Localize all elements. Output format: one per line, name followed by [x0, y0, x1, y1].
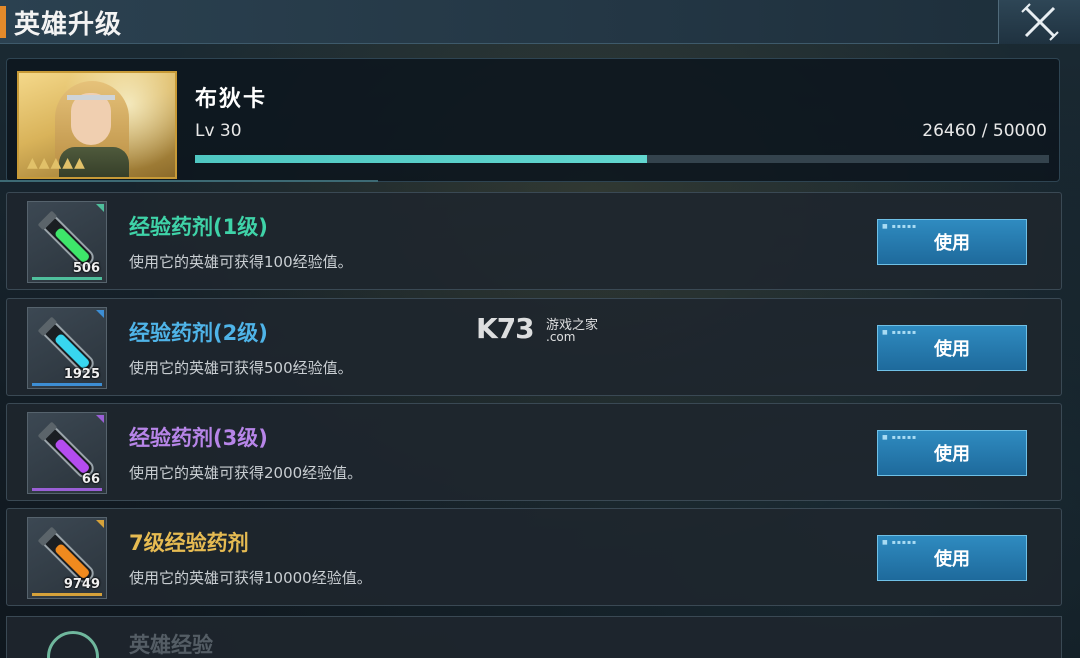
hero-stars-icon: ▲▲▲▲▲	[27, 155, 86, 171]
header-accent	[0, 6, 6, 38]
list-item: 66 经验药剂(3级) 使用它的英雄可获得2000经验值。 ■ ▪▪▪▪▪ 使用	[6, 403, 1062, 501]
watermark: K73 游戏之家 .com	[476, 312, 606, 346]
use-button[interactable]: ■ ▪▪▪▪▪ 使用	[877, 325, 1027, 371]
watermark-domain: .com	[546, 330, 576, 344]
close-button[interactable]	[998, 0, 1080, 44]
item-count: 9749	[63, 577, 100, 592]
divider	[0, 180, 378, 182]
use-button[interactable]: ■ ▪▪▪▪▪ 使用	[877, 219, 1027, 265]
rarity-underline	[32, 488, 102, 491]
item-name-partial: 英雄经验	[129, 633, 213, 657]
list-item: 9749 7级经验药剂 使用它的英雄可获得10000经验值。 ■ ▪▪▪▪▪ 使…	[6, 508, 1062, 606]
item-description: 使用它的英雄可获得10000经验值。	[129, 569, 372, 587]
button-decoration: ■ ▪▪▪▪▪	[882, 329, 918, 336]
use-button-label: 使用	[934, 444, 970, 465]
portrait-face	[71, 93, 111, 145]
button-decoration: ■ ▪▪▪▪▪	[882, 223, 918, 230]
use-button-label: 使用	[934, 233, 970, 254]
hero-portrait[interactable]: ▲▲▲▲▲	[17, 71, 177, 179]
exp-potion-3-icon[interactable]: 66	[27, 412, 107, 494]
list-item: 506 经验药剂(1级) 使用它的英雄可获得100经验值。 ■ ▪▪▪▪▪ 使用	[6, 192, 1062, 290]
item-name: 经验药剂(2级)	[129, 321, 268, 345]
exp-potion-2-icon[interactable]: 1925	[27, 307, 107, 389]
use-button-label: 使用	[934, 549, 970, 570]
watermark-logo: K73	[476, 312, 535, 345]
hero-panel: ▲▲▲▲▲ 布狄卡 Lv 30 26460 / 50000	[6, 58, 1060, 182]
item-count: 506	[72, 261, 100, 276]
use-button[interactable]: ■ ▪▪▪▪▪ 使用	[877, 430, 1027, 476]
button-decoration: ■ ▪▪▪▪▪	[882, 434, 918, 441]
item-name: 7级经验药剂	[129, 531, 249, 555]
item-icon-partial	[47, 631, 99, 658]
hero-name: 布狄卡	[195, 86, 268, 112]
item-count: 66	[81, 472, 100, 487]
hero-level: Lv 30	[195, 121, 242, 141]
item-name: 经验药剂(1级)	[129, 215, 268, 239]
item-description: 使用它的英雄可获得500经验值。	[129, 359, 353, 377]
use-button[interactable]: ■ ▪▪▪▪▪ 使用	[877, 535, 1027, 581]
rarity-underline	[32, 593, 102, 596]
portrait-headband	[67, 95, 115, 100]
item-count: 1925	[63, 367, 100, 382]
header-bar: 英雄升级	[0, 0, 1080, 44]
rarity-underline	[32, 277, 102, 280]
item-description: 使用它的英雄可获得2000经验值。	[129, 464, 363, 482]
rarity-underline	[32, 383, 102, 386]
exp-progress-fill	[195, 155, 647, 163]
item-description: 使用它的英雄可获得100经验值。	[129, 253, 353, 271]
exp-progress-bar	[195, 155, 1049, 163]
exp-potion-1-icon[interactable]: 506	[27, 201, 107, 283]
close-icon	[1020, 3, 1059, 41]
list-item-partial: 英雄经验	[6, 616, 1062, 658]
page-title: 英雄升级	[14, 10, 123, 40]
use-button-label: 使用	[934, 339, 970, 360]
item-name: 经验药剂(3级)	[129, 426, 268, 450]
hero-exp-text: 26460 / 50000	[922, 121, 1047, 141]
exp-potion-7-icon[interactable]: 9749	[27, 517, 107, 599]
button-decoration: ■ ▪▪▪▪▪	[882, 539, 918, 546]
